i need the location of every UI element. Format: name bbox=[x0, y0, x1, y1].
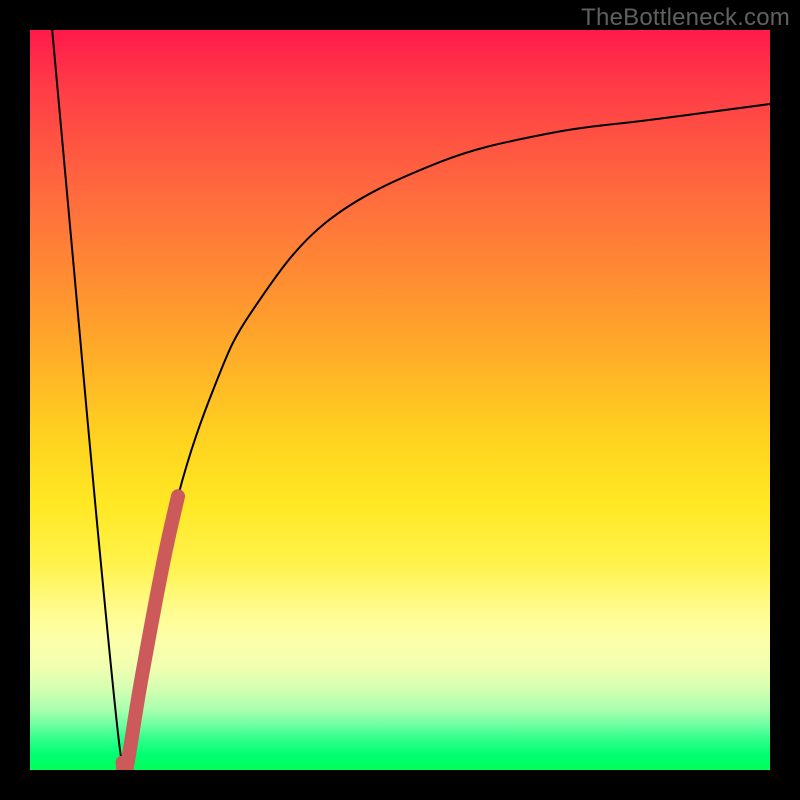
curve-layer bbox=[30, 30, 770, 770]
series-left-descent bbox=[52, 30, 126, 770]
highlight-segment bbox=[123, 496, 179, 770]
series-right-growth bbox=[126, 104, 770, 770]
plot-area bbox=[30, 30, 770, 770]
chart-frame: TheBottleneck.com bbox=[0, 0, 800, 800]
watermark-text: TheBottleneck.com bbox=[581, 4, 790, 32]
